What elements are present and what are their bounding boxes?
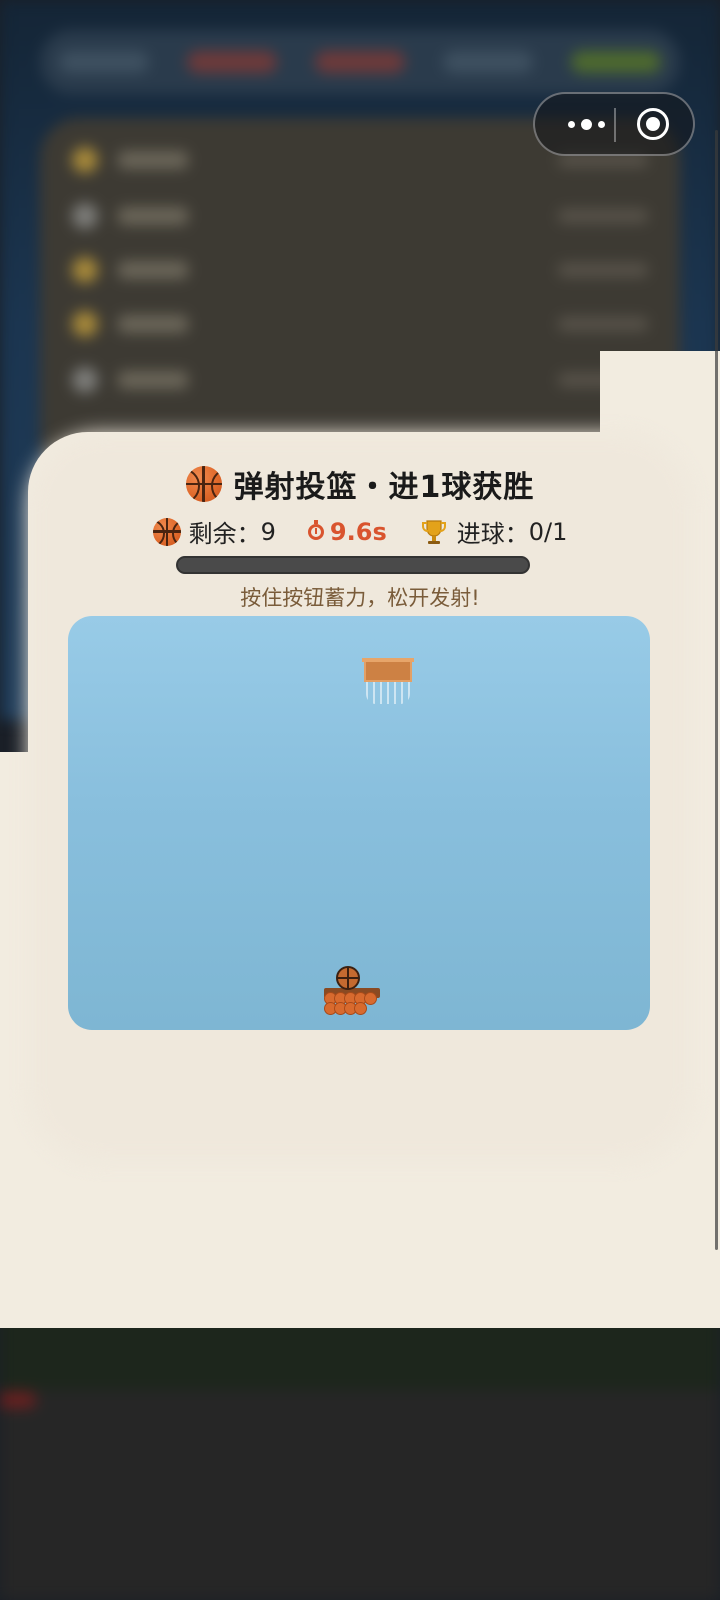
basketball-hoop (362, 658, 414, 708)
remaining-label: 剩余： (188, 520, 261, 548)
medal-icon (72, 147, 98, 173)
background-red-tag (0, 1392, 36, 1408)
background-row-name (118, 371, 188, 389)
capsule-divider (614, 108, 616, 142)
background-row (72, 362, 648, 398)
ball-launcher[interactable] (322, 966, 386, 1018)
power-bar (176, 556, 530, 574)
basketball-icon (185, 466, 222, 502)
trophy-icon (419, 517, 449, 547)
background-tab (315, 51, 405, 73)
background-tab (59, 51, 149, 73)
stopwatch-icon (307, 519, 324, 540)
background-tab (443, 51, 533, 73)
timer: 9.6s (307, 517, 387, 546)
scroll-indicator (715, 130, 718, 1250)
miniprogram-capsule (533, 92, 695, 156)
target-circle-icon[interactable] (637, 108, 669, 140)
ready-ball (336, 966, 360, 990)
background-row-name (118, 151, 188, 169)
background-row-score (558, 263, 648, 277)
remaining-value: 9 (260, 517, 276, 546)
game-title: 弹射投篮・进1球获胜 (28, 462, 692, 506)
instruction-hint: 按住按钮蓄力，松开发射! (240, 586, 480, 610)
goals-label: 进球： (456, 520, 529, 548)
background-row (72, 306, 648, 342)
game-stats: 剩余： 9 9.6s 进球： 0/1 (28, 514, 692, 549)
goals: 进球： 0/1 (419, 514, 568, 549)
game-title-text: 弹射投篮・进1球获胜 (233, 470, 535, 505)
background-tab (187, 51, 277, 73)
timer-value: 9.6s (329, 517, 387, 546)
medal-icon (72, 203, 98, 229)
game-panel: 弹射投篮・进1球获胜 剩余： 9 9.6s 进球： 0/1 按住按钮蓄力，松开发… (28, 432, 692, 1172)
basketball-icon (152, 517, 181, 546)
background-row-score (558, 317, 648, 331)
hoop-rim (362, 658, 414, 662)
medal-icon (72, 367, 98, 393)
game-court[interactable] (68, 616, 650, 1030)
background-leaderboard (40, 118, 680, 478)
background-row-name (118, 315, 188, 333)
background-row-name (118, 261, 188, 279)
hoop-net (366, 682, 410, 704)
background-tab (571, 51, 661, 73)
medal-icon (72, 257, 98, 283)
more-dots-icon[interactable] (555, 94, 617, 154)
background-row (72, 198, 648, 234)
spare-ball (364, 992, 377, 1005)
background-row-score (558, 209, 648, 223)
spare-ball (354, 1002, 367, 1015)
medal-icon (72, 311, 98, 337)
background-tab-bar (40, 30, 680, 94)
background-row-name (118, 207, 188, 225)
goals-value: 0/1 (528, 517, 568, 546)
remaining-balls: 剩余： 9 (152, 514, 276, 549)
background-row (72, 252, 648, 288)
